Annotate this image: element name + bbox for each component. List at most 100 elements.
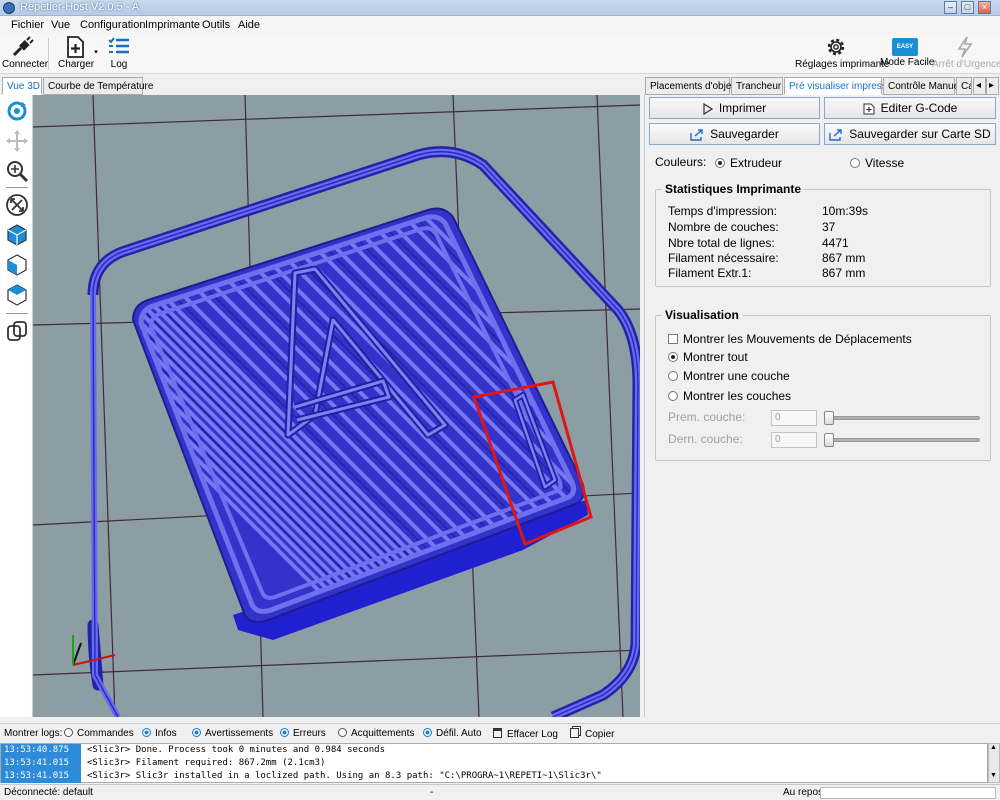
tab-temperature-curve[interactable]: Courbe de Température (43, 77, 153, 95)
tab-slicer[interactable]: Trancheur (731, 77, 783, 95)
log-output[interactable]: 13:53:40.875 <Slic3r> Done. Process took… (0, 743, 988, 783)
minimize-icon[interactable]: – (944, 1, 957, 14)
easy-mode-button[interactable]: EASY Mode Facile (880, 34, 934, 74)
colors-label: Couleurs: (655, 155, 707, 169)
menu-view[interactable]: Vue (51, 19, 70, 31)
front-view-icon[interactable] (5, 253, 29, 277)
copy-log-button[interactable]: Copier (570, 728, 614, 740)
window-title: Repetier-Host V2.0.5 - A (20, 1, 140, 13)
last-layer-slider-handle[interactable] (824, 433, 834, 447)
right-tabs: Placements d'objets Trancheur Pré visual… (645, 77, 1000, 95)
stat-value: 10m:39s (822, 204, 869, 218)
copy-icon (570, 728, 579, 738)
log-filter-infos[interactable]: Infos (142, 728, 177, 739)
save-button[interactable]: Sauvegarder (649, 123, 820, 145)
log-message: <Slic3r> Slic3r installed in a loclized … (87, 771, 602, 781)
log-filter-errors[interactable]: Erreurs (280, 728, 326, 739)
checkbox-icon (668, 334, 678, 344)
log-filter-acks[interactable]: Acquittements (338, 728, 414, 739)
close-icon[interactable]: × (978, 1, 991, 14)
show-travel-moves-checkbox[interactable]: Montrer les Mouvements de Déplacements (668, 332, 912, 346)
printer-state: Au repos (783, 787, 824, 798)
lightning-icon (957, 36, 973, 58)
first-layer-slider-handle[interactable] (824, 411, 834, 425)
maximize-icon[interactable]: □ (961, 1, 974, 14)
load-button[interactable]: Charger (58, 34, 94, 74)
log-line: 13:53:41.015 <Slic3r> Filament required:… (1, 757, 987, 770)
tab-print-preview[interactable]: Pré visualiser impression (784, 77, 900, 95)
first-layer-label: Prem. couche: (668, 410, 746, 424)
show-single-layer-radio[interactable]: Montrer une couche (668, 369, 790, 383)
rotate-view-icon[interactable] (5, 99, 29, 123)
last-layer-label: Dern. couche: (668, 432, 743, 446)
top-view-icon[interactable] (5, 283, 29, 307)
log-list-icon (108, 37, 129, 54)
emergency-stop-button[interactable]: Arrêt d'Urgence (932, 34, 1000, 74)
load-dropdown-icon[interactable]: ▾ (92, 34, 100, 74)
log-filter-commands[interactable]: Commandes (64, 728, 134, 739)
3d-viewport[interactable] (33, 95, 640, 717)
save-to-sd-button[interactable]: Sauvegarder sur Carte SD (824, 123, 996, 145)
radio-unselected-icon (668, 371, 678, 381)
log-filter-warnings[interactable]: Avertissements (192, 728, 273, 739)
fit-view-icon[interactable] (5, 193, 29, 217)
show-all-radio[interactable]: Montrer tout (668, 350, 748, 364)
menu-configuration[interactable]: Configuration (80, 19, 145, 31)
visualization-group: Visualisation Montrer les Mouvements de … (655, 308, 991, 461)
zoom-icon[interactable] (5, 159, 29, 183)
add-file-icon (67, 36, 84, 58)
plug-icon (12, 36, 34, 57)
add-file-icon (863, 103, 875, 115)
iso-view-icon[interactable] (5, 223, 29, 247)
scroll-down-icon[interactable]: ▼ (990, 772, 997, 779)
stat-label: Temps d'impression: (668, 204, 777, 218)
print-button[interactable]: Imprimer (649, 97, 820, 119)
last-layer-slider[interactable] (824, 438, 980, 442)
first-layer-stepper[interactable]: 0 (771, 410, 817, 426)
print-preview-panel: Imprimer Editer G-Code Sauvegarder Sauve… (644, 95, 1000, 717)
log-button[interactable]: Log (104, 34, 134, 74)
move-view-icon[interactable] (5, 129, 29, 153)
status-middle: - (430, 787, 434, 798)
clear-log-button[interactable]: Effacer Log (493, 728, 558, 740)
tab-truncated[interactable]: Ca (956, 77, 972, 95)
menu-bar: Fichier Vue Configuration Imprimante Out… (0, 16, 1000, 34)
first-layer-slider[interactable] (824, 416, 980, 420)
view-toolbar (0, 95, 33, 717)
color-extruder-radio[interactable]: Extrudeur (715, 156, 782, 170)
show-layer-range-radio[interactable]: Montrer les couches (668, 389, 791, 403)
radio-selected-icon (423, 728, 432, 737)
toggle-objects-icon[interactable] (5, 319, 29, 343)
stat-label: Filament nécessaire: (668, 251, 779, 265)
menu-tools[interactable]: Outils (202, 19, 230, 31)
connect-button[interactable]: Connecter (2, 34, 48, 74)
log-line: 13:53:40.875 <Slic3r> Done. Process took… (1, 744, 987, 757)
stat-value: 4471 (822, 236, 849, 250)
tab-scroll-right-icon[interactable]: ▸ (986, 77, 999, 95)
menu-printer[interactable]: Imprimante (145, 19, 200, 31)
radio-selected-icon (715, 158, 725, 168)
log-autoscroll-toggle[interactable]: Défil. Auto (423, 728, 482, 739)
tab-object-placement[interactable]: Placements d'objets (645, 77, 739, 95)
color-speed-radio[interactable]: Vitesse (850, 156, 904, 170)
print-preview-canvas (33, 95, 640, 717)
scroll-up-icon[interactable]: ▲ (990, 744, 997, 751)
menu-help[interactable]: Aide (238, 19, 260, 31)
last-layer-stepper[interactable]: 0 (771, 432, 817, 448)
radio-unselected-icon (850, 158, 860, 168)
stat-value: 37 (822, 220, 836, 234)
menu-file[interactable]: Fichier (11, 19, 44, 31)
printer-settings-button[interactable]: Réglages imprimante (795, 34, 890, 74)
log-scrollbar[interactable]: ▲ ▼ (988, 743, 1000, 783)
tab-scroll-left-icon[interactable]: ◂ (973, 77, 986, 95)
log-message: <Slic3r> Filament required: 867.2mm (2.1… (87, 758, 326, 768)
tab-manual-control[interactable]: Contrôle Manuel (883, 77, 961, 95)
radio-unselected-icon (338, 728, 347, 737)
edit-gcode-button[interactable]: Editer G-Code (824, 97, 996, 119)
tab-3d-view[interactable]: Vue 3D (2, 77, 42, 95)
gear-icon (827, 38, 845, 56)
connection-status: Déconnecté: default (4, 787, 93, 798)
radio-selected-icon (142, 728, 151, 737)
title-bar: Repetier-Host V2.0.5 - A – □ × (0, 0, 1000, 16)
toolbar-separator (48, 38, 49, 70)
